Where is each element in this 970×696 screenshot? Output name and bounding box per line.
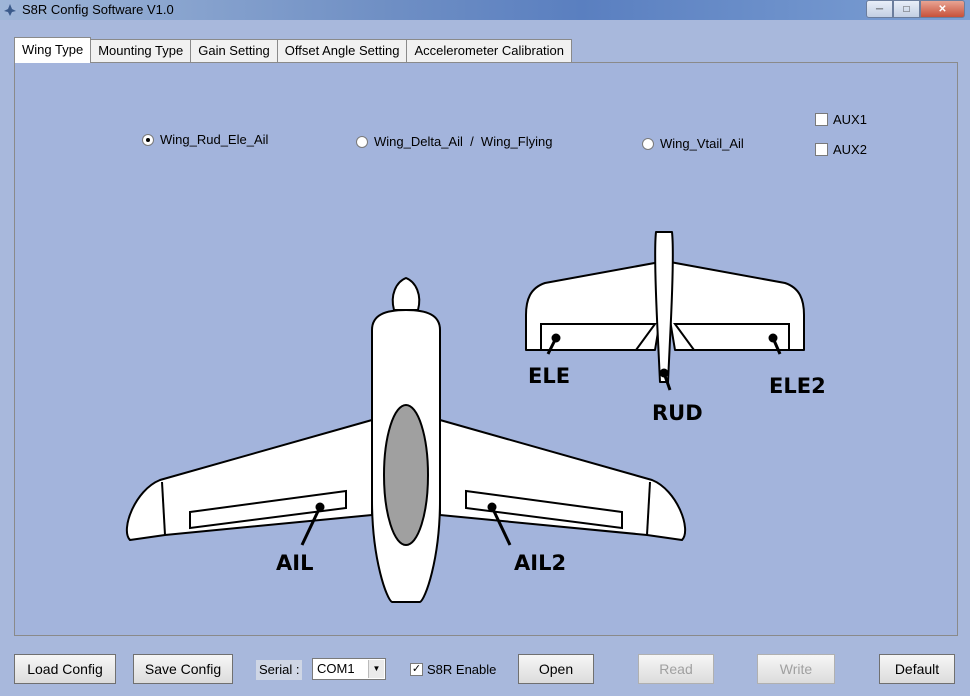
- load-config-button[interactable]: Load Config: [14, 654, 116, 684]
- serial-port-select[interactable]: COM1 ▼: [312, 658, 386, 680]
- label-ele: ELE: [528, 364, 570, 388]
- read-button[interactable]: Read: [638, 654, 714, 684]
- checkbox-label: S8R Enable: [427, 662, 497, 677]
- aircraft-diagram: AIL AIL2 ELE ELE2 RUD: [125, 231, 826, 603]
- tail-fin: [654, 231, 674, 383]
- default-button[interactable]: Default: [879, 654, 955, 684]
- open-button[interactable]: Open: [518, 654, 594, 684]
- nose: [391, 277, 421, 311]
- label-ail2: AIL2: [514, 551, 566, 575]
- serial-label: Serial :: [256, 660, 303, 680]
- tab-wing-type[interactable]: Wing Type: [14, 37, 92, 63]
- label-ail: AIL: [276, 551, 313, 575]
- checkbox-box[interactable]: ✓: [410, 663, 423, 676]
- label-ele2: ELE2: [769, 374, 826, 398]
- save-config-button[interactable]: Save Config: [133, 654, 233, 684]
- s8r-enable-checkbox[interactable]: ✓ S8R Enable: [410, 662, 496, 677]
- cockpit-window: [383, 404, 429, 546]
- serial-port-value: COM1: [317, 661, 355, 676]
- label-rud: RUD: [652, 401, 703, 425]
- chevron-down-icon[interactable]: ▼: [368, 660, 384, 678]
- write-button[interactable]: Write: [757, 654, 835, 684]
